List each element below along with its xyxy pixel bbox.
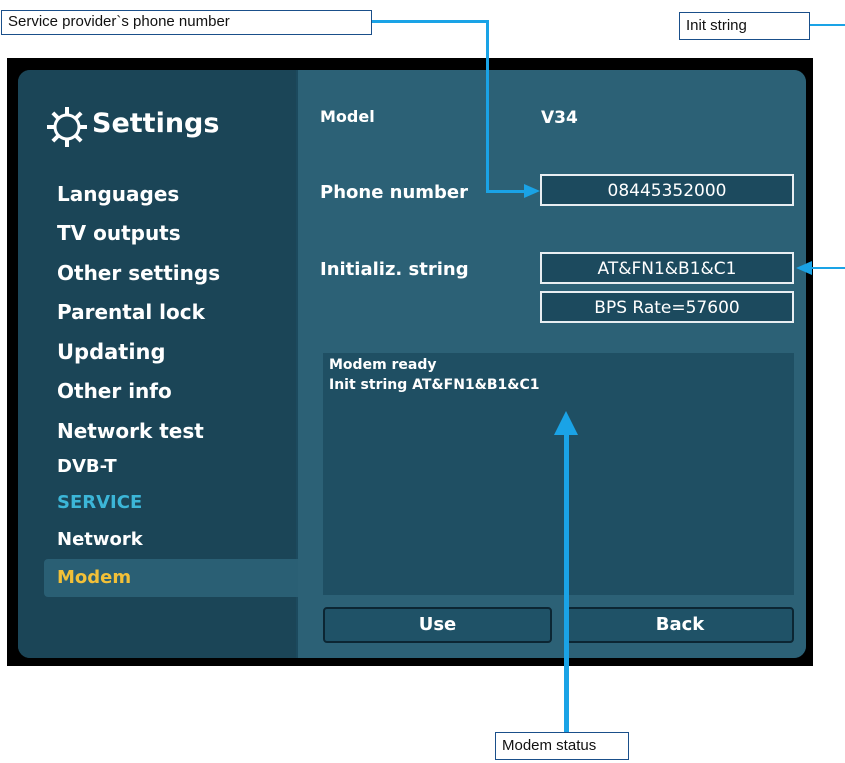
init-callout-line: [812, 267, 845, 269]
status-callout: Modem status: [495, 732, 629, 760]
status-callout-line: [564, 432, 569, 732]
init-callout-line: [810, 24, 845, 26]
gear-icon: [47, 107, 87, 147]
sidebar-item-modem[interactable]: Modem: [57, 567, 131, 588]
phone-callout-line: [486, 190, 526, 193]
phone-number-field[interactable]: 08445352000: [540, 174, 794, 206]
init-callout-arrow-icon: [796, 261, 812, 275]
sidebar-item-other-settings[interactable]: Other settings: [57, 261, 220, 285]
sidebar-item-other-info[interactable]: Other info: [57, 379, 172, 403]
sidebar-item-languages[interactable]: Languages: [57, 182, 179, 206]
phone-callout-line: [486, 20, 489, 192]
model-value: V34: [541, 108, 578, 128]
status-line: Modem ready: [329, 357, 437, 373]
back-button[interactable]: Back: [566, 607, 794, 643]
init-callout: Init string: [679, 12, 810, 40]
phone-callout-arrow-icon: [524, 184, 540, 198]
modem-status-area: Modem ready Init string AT&FN1&B1&C1: [323, 353, 794, 595]
status-callout-arrow-icon: [554, 411, 578, 435]
sidebar-heading-service: SERVICE: [57, 492, 143, 513]
model-label: Model: [320, 107, 375, 126]
use-button[interactable]: Use: [323, 607, 552, 643]
phone-callout: Service provider`s phone number: [1, 10, 372, 35]
sidebar-item-updating[interactable]: Updating: [57, 340, 166, 364]
status-line: Init string AT&FN1&B1&C1: [329, 377, 540, 393]
sidebar-item-parental-lock[interactable]: Parental lock: [57, 300, 205, 324]
init-string-field[interactable]: AT&FN1&B1&C1: [540, 252, 794, 284]
sidebar-item-tv-outputs[interactable]: TV outputs: [57, 221, 181, 245]
sidebar-item-dvb-t[interactable]: DVB-T: [57, 456, 117, 477]
init-string-label: Initializ. string: [320, 259, 469, 280]
bps-rate-field[interactable]: BPS Rate=57600: [540, 291, 794, 323]
sidebar-item-network-test[interactable]: Network test: [57, 419, 204, 443]
sidebar-title: Settings: [92, 108, 220, 139]
phone-number-label: Phone number: [320, 182, 469, 203]
phone-callout-line: [372, 20, 488, 23]
sidebar-item-network[interactable]: Network: [57, 529, 143, 550]
